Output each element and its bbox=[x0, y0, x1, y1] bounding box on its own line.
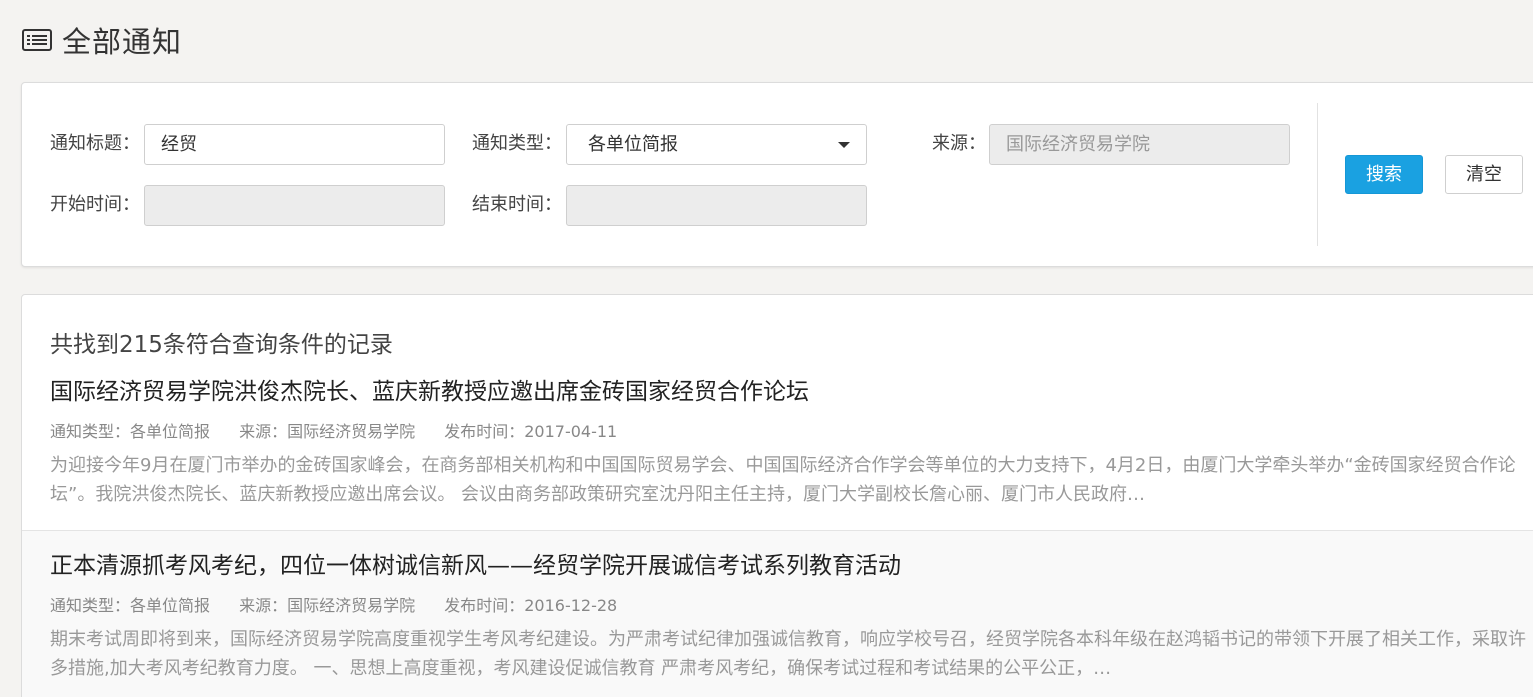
type-label: 通知类型： bbox=[472, 133, 562, 154]
source-label: 来源： bbox=[932, 133, 986, 154]
results-panel: 共找到215条符合查询条件的记录 国际经济贸易学院洪俊杰院长、蓝庆新教授应邀出席… bbox=[21, 294, 1533, 697]
title-input[interactable]: 经贸 bbox=[144, 124, 445, 165]
search-button[interactable]: 搜索 bbox=[1345, 155, 1423, 194]
page-title: 全部通知 bbox=[62, 25, 183, 59]
source-input[interactable]: 国际经济贸易学院 bbox=[989, 124, 1290, 165]
item-source: 来源：国际经济贸易学院 bbox=[239, 422, 416, 441]
list-icon bbox=[22, 29, 52, 51]
page-header: 全部通知 bbox=[22, 20, 182, 60]
item-date: 发布时间：2017-04-11 bbox=[444, 422, 618, 441]
item-meta: 通知类型：各单位简报 来源：国际经济贸易学院 发布时间：2016-12-28 bbox=[50, 595, 1524, 617]
item-title[interactable]: 国际经济贸易学院洪俊杰院长、蓝庆新教授应邀出席金砖国家经贸合作论坛 bbox=[50, 377, 1524, 407]
item-meta: 通知类型：各单位简报 来源：国际经济贸易学院 发布时间：2017-04-11 bbox=[50, 421, 1524, 443]
list-item[interactable]: 国际经济贸易学院洪俊杰院长、蓝庆新教授应邀出席金砖国家经贸合作论坛 通知类型：各… bbox=[22, 377, 1533, 509]
list-item[interactable]: 正本清源抓考风考纪，四位一体树诚信新风——经贸学院开展诚信考试系列教育活动 通知… bbox=[22, 531, 1533, 697]
start-time-label: 开始时间： bbox=[50, 194, 140, 215]
end-time-label: 结束时间： bbox=[472, 194, 562, 215]
item-type: 通知类型：各单位简报 bbox=[50, 422, 211, 441]
type-select[interactable]: 各单位简报 bbox=[566, 124, 867, 165]
end-time-input[interactable] bbox=[566, 185, 867, 226]
item-source: 来源：国际经济贸易学院 bbox=[239, 596, 416, 615]
type-select-value: 各单位简报 bbox=[588, 134, 678, 155]
item-summary: 期末考试周即将到来，国际经济贸易学院高度重视学生考风考纪建设。为严肃考试纪律加强… bbox=[50, 629, 1526, 679]
item-type: 通知类型：各单位简报 bbox=[50, 596, 211, 615]
start-time-input[interactable] bbox=[144, 185, 445, 226]
clear-button[interactable]: 清空 bbox=[1445, 155, 1523, 194]
vertical-divider bbox=[1317, 103, 1318, 246]
item-date: 发布时间：2016-12-28 bbox=[444, 596, 618, 615]
search-panel: 通知标题： 经贸 通知类型： 各单位简报 来源： 国际经济贸易学院 开始时间： … bbox=[21, 82, 1533, 267]
item-summary: 为迎接今年9月在厦门市举办的金砖国家峰会，在商务部相关机构和中国国际贸易学会、中… bbox=[50, 455, 1516, 505]
result-count: 共找到215条符合查询条件的记录 bbox=[50, 332, 393, 358]
item-title[interactable]: 正本清源抓考风考纪，四位一体树诚信新风——经贸学院开展诚信考试系列教育活动 bbox=[50, 551, 1524, 581]
chevron-down-icon bbox=[838, 142, 850, 148]
title-label: 通知标题： bbox=[50, 133, 140, 154]
